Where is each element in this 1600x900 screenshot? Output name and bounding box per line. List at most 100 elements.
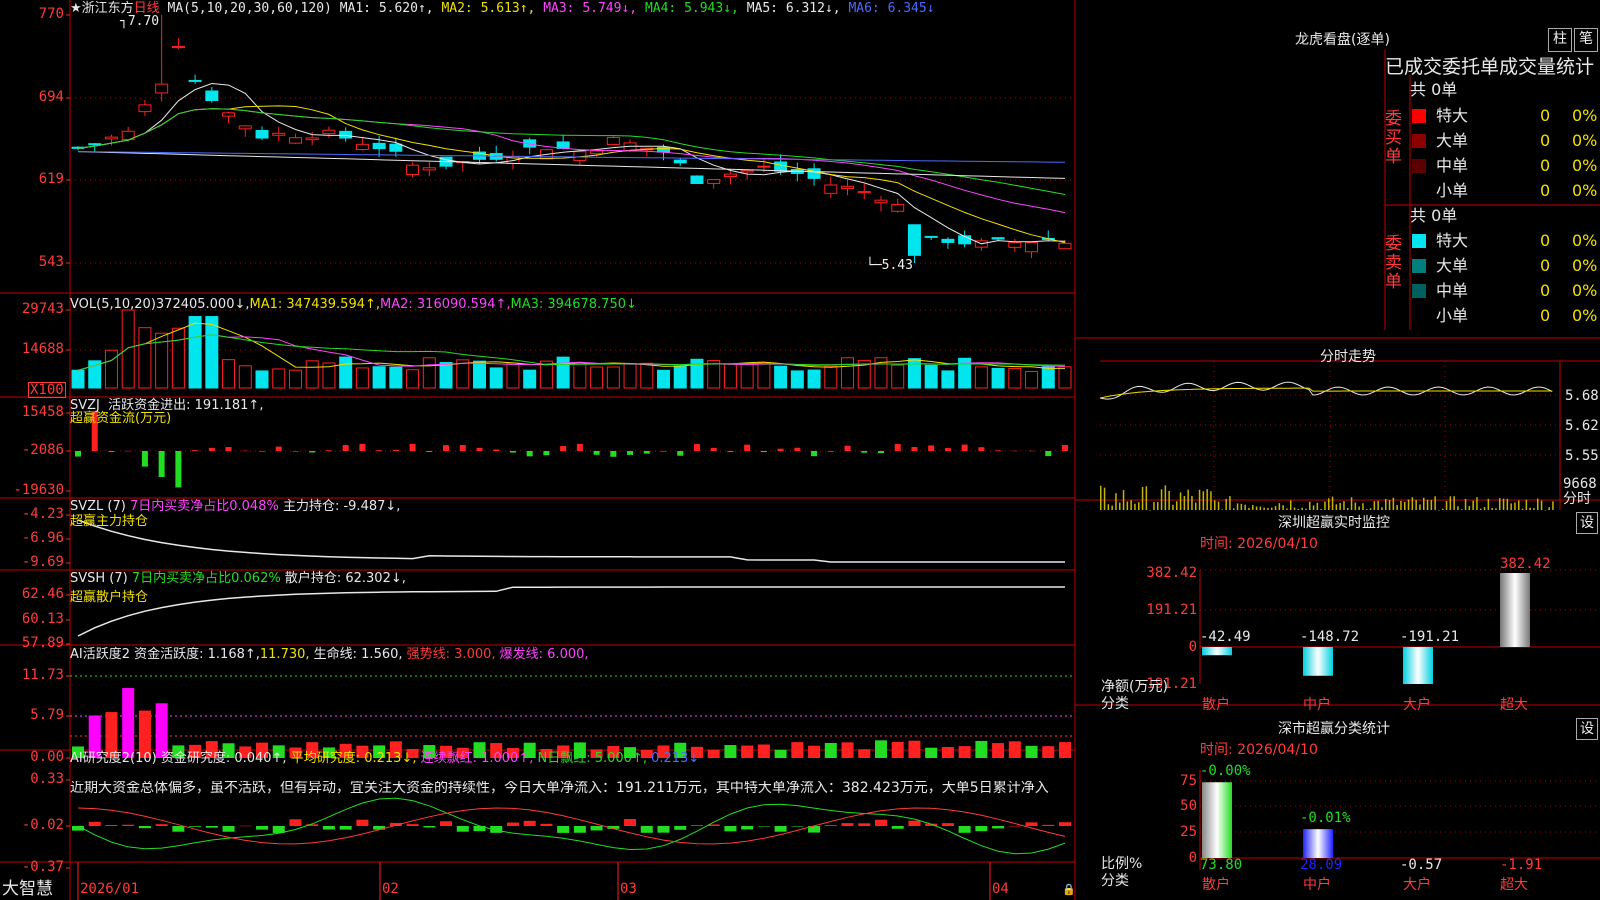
volume-bar	[556, 356, 570, 389]
class-value-label: -1.91	[1500, 857, 1543, 873]
svzj-bar	[877, 451, 884, 454]
ai-activity-bar	[155, 703, 168, 758]
volume-bar	[1058, 366, 1072, 389]
intraday-volume-bar	[1141, 486, 1144, 510]
column-view-button[interactable]: 柱	[1548, 28, 1572, 52]
svzj-bar	[894, 444, 901, 451]
row-volume: 0	[1540, 281, 1551, 300]
ma-line-1	[77, 82, 1066, 245]
ai-research-bar	[874, 819, 887, 826]
volume-bar	[740, 363, 754, 389]
monitor-bar-2	[1403, 647, 1433, 684]
intraday-volume-bar	[1316, 502, 1319, 510]
class-category: 大户	[1403, 877, 1431, 893]
intraday-volume-bar	[1119, 502, 1121, 510]
intraday-title: 分时走势	[1320, 349, 1376, 365]
tick-view-button[interactable]: 笔	[1574, 28, 1598, 52]
row-percent: 0%	[1572, 106, 1598, 125]
svzj-bar	[443, 445, 450, 451]
ai-activity-bar	[1059, 742, 1071, 758]
high-price-label: ┐7.70	[120, 14, 160, 29]
row-volume: 0	[1540, 131, 1551, 150]
sz-monitor-time: 时间: 2026/04/10	[1200, 536, 1318, 552]
intraday-volume-bar	[1419, 504, 1421, 510]
volume-bar	[573, 362, 587, 389]
volume-bar	[422, 357, 436, 389]
intraday-volume-bar	[1271, 507, 1273, 510]
ai-research-bar	[423, 826, 436, 828]
sell-row: 特大 0 0%	[1412, 229, 1600, 253]
ai-research-bar	[941, 823, 954, 826]
intraday-volume-bar	[1343, 501, 1345, 510]
sell-row: 小单 0 0%	[1412, 304, 1600, 328]
candle-body	[389, 143, 403, 152]
candle-body	[188, 79, 202, 82]
volume-bar	[489, 367, 503, 389]
volume-bar	[1025, 370, 1039, 389]
svzl-sub: 超赢主力持仓	[70, 514, 149, 529]
candle-body	[723, 173, 737, 177]
volume-bar	[723, 363, 737, 389]
svzj-bar	[225, 447, 232, 451]
ai-activity-bar	[724, 745, 737, 758]
svzj-bar	[1045, 451, 1052, 457]
svzj-bar	[777, 448, 784, 451]
svzj-bar	[75, 451, 81, 457]
volume-bar	[255, 370, 269, 389]
intraday-volume-bar	[1233, 508, 1235, 510]
lock-icon[interactable]: 🔒	[1062, 882, 1076, 897]
sz-monitor-settings-button[interactable]: 设	[1576, 512, 1598, 534]
ai2-header-item: 连续飘红: 1.000↑,	[416, 751, 534, 766]
ai-research-bar	[674, 826, 687, 830]
sz-class-settings-button[interactable]: 设	[1576, 718, 1598, 740]
svzj-bar	[961, 444, 968, 451]
vol-header: VOL(5,10,20)372405.000↓,MA1: 347439.594↑…	[70, 297, 637, 312]
ai-research-bar	[724, 826, 737, 832]
intraday-tick: 5.68	[1565, 388, 1599, 404]
candle-body	[690, 175, 704, 184]
ai-research-bar	[222, 826, 235, 832]
volume-bar	[238, 365, 252, 389]
ai-research-bar	[523, 820, 536, 826]
svzl-tick: -4.23	[21, 506, 64, 522]
candle-body	[941, 238, 955, 243]
candle-body	[155, 83, 169, 94]
monitor-category: 中户	[1303, 697, 1331, 713]
monitor-value-label: -191.21	[1400, 629, 1460, 645]
ai-activity-bar	[824, 742, 837, 758]
class-category: 超大	[1500, 877, 1528, 893]
volume-bar	[1008, 367, 1022, 389]
ma-header-item: MA4: 5.943↓,	[644, 1, 747, 16]
monitor-tick: 0	[1188, 639, 1197, 655]
intraday-volume-bar	[1221, 509, 1224, 510]
class-tick: 50	[1180, 798, 1197, 814]
ai-research-bar	[757, 826, 770, 827]
volume-bar	[907, 358, 921, 389]
ai-research-bar	[858, 823, 871, 826]
volume-bar	[205, 316, 219, 389]
price-tick: 543	[38, 254, 64, 270]
intraday-volume-bar	[1464, 498, 1467, 510]
volume-bar	[707, 360, 721, 389]
ai1-header-item: 生命线: 1.560,	[309, 647, 403, 662]
svzj-bar	[108, 451, 115, 452]
row-name: 特大	[1436, 231, 1469, 250]
svzj-bar	[677, 451, 684, 456]
ai-activity-bar	[992, 743, 1005, 758]
intraday-volume-bar	[1491, 508, 1493, 510]
svsh-header-item: 散户持仓: 62.302↓,	[280, 571, 406, 586]
intraday-volume-bar	[1423, 497, 1425, 510]
ai-research-bar	[841, 823, 854, 826]
sz-class-time: 时间: 2026/04/10	[1200, 742, 1318, 758]
svsh-header-item: SVSH (7)	[70, 571, 132, 586]
intraday-volume-bar	[1111, 505, 1113, 510]
volume-bar	[389, 366, 403, 389]
volume-bar	[138, 327, 152, 389]
row-volume: 0	[1540, 306, 1551, 325]
intraday-volume-bar	[1510, 503, 1512, 510]
intraday-volume-bar	[1529, 507, 1531, 510]
monitor-category: 散户	[1202, 697, 1230, 713]
ai-comment: 近期大资金总体偏多，虽不活跃，但有异动，宜关注大资金的持续性，今日大单净流入：1…	[70, 781, 1049, 796]
ai-research-bar	[456, 826, 469, 832]
ai1-tick: 0.00	[30, 749, 64, 765]
